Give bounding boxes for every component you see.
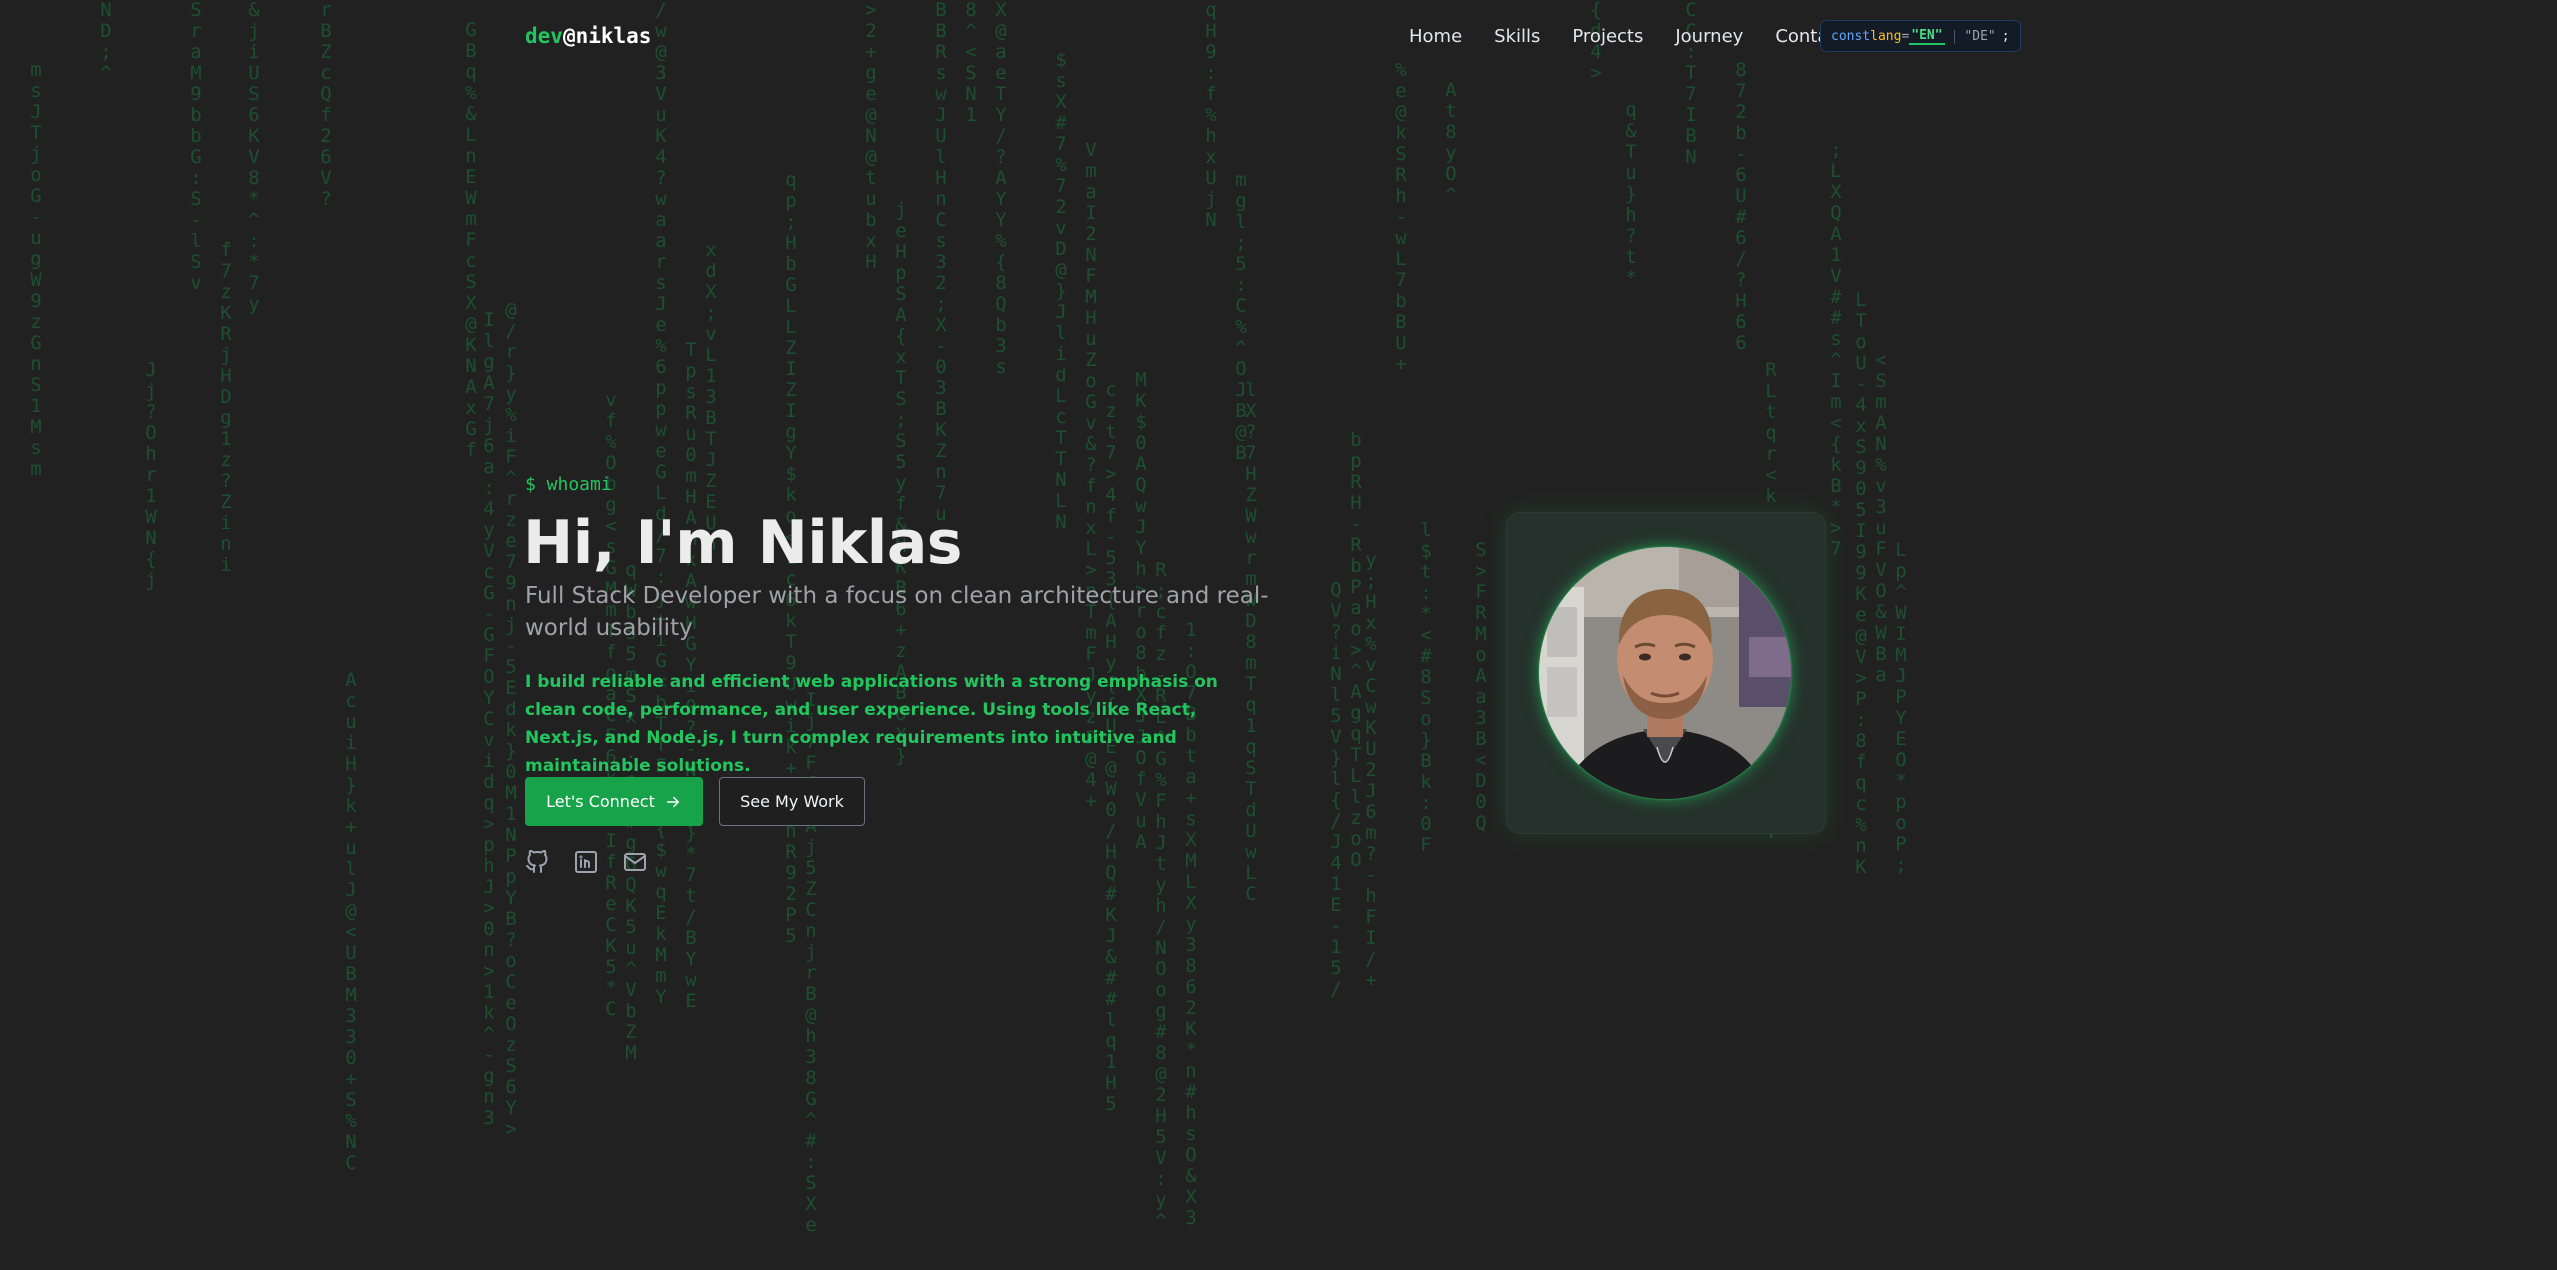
matrix-rain-column: S r a M 9 b b G : S - l S v [190,0,202,294]
navbar: dev@niklas Home Skills Projects Journey … [525,14,2030,58]
language-switcher: const lang = "EN" | "DE" ; [1820,20,2021,52]
matrix-rain-column: $ s X # 7 % 7 2 v D @ } J l i d L c T T … [1055,49,1067,533]
matrix-rain-column: L p ^ W I M J P Y E O * p o P ; [1895,539,1907,876]
logo-prefix: dev [525,24,563,48]
matrix-rain-column: m g l ; 5 : C % ^ O J B @ B [1235,169,1247,464]
hero-description: I build reliable and efficient web appli… [525,672,1218,776]
see-my-work-button[interactable]: See My Work [719,777,865,826]
matrix-rain-column: N D ; ^ [100,0,112,84]
lang-option-de[interactable]: "DE" [1964,29,1995,44]
matrix-rain-column: A t 8 y O ^ [1445,79,1457,206]
matrix-rain-column: I l g A 7 j 6 a : 4 y V c G - G F O Y C … [483,309,495,1129]
matrix-rain-column: L T o U - 4 x S 9 0 5 I 9 9 K e @ V > P … [1855,289,1867,878]
matrix-rain-column: R ; c f z - R L ^ G % F h J t y h / N O … [1155,559,1167,1232]
lets-connect-label: Let's Connect [546,792,655,811]
see-my-work-label: See My Work [740,792,844,811]
github-link[interactable] [525,850,549,874]
lang-separator: | [1950,28,1959,44]
matrix-rain-column: b p R H - R b P a o > ^ A g q T L l z o … [1350,429,1362,871]
terminal-prompt: $ whoami [525,474,612,495]
lets-connect-button[interactable]: Let's Connect [525,777,703,826]
arrow-right-icon [666,796,679,807]
matrix-rain-column: & j i U S 6 K V 8 * ^ : * 7 y [248,0,260,315]
matrix-rain-background: m s J T j o G - u g W 9 z G n S 1 M s m N… [0,0,2557,1270]
email-link[interactable] [623,850,647,874]
mail-icon [624,853,646,871]
hero-subtitle: Full Stack Developer with a focus on cle… [525,583,1269,641]
linkedin-icon [575,851,597,873]
matrix-rain-column: B B R s w J U l H n C s 3 2 ; X - 0 3 B … [935,0,947,525]
matrix-rain-column: Q V ? i N l 5 V } l { / J 4 1 E - 1 5 / [1330,579,1342,1000]
site-logo[interactable]: dev@niklas [525,24,651,48]
matrix-rain-column: < S m A N % v 3 u F V O & W B a [1875,349,1887,686]
nav-link-skills[interactable]: Skills [1494,26,1540,47]
hero-title: Hi, I'm Niklas [523,508,963,578]
lang-variable: lang [1870,28,1902,44]
nav-link-home[interactable]: Home [1409,26,1462,47]
nav-link-journey[interactable]: Journey [1675,26,1743,47]
matrix-rain-column: l $ t : * < # 8 S o } B k : 0 F [1420,519,1432,856]
matrix-rain-column: y ; H x % v C w K U 2 J 6 m ? - h F I / … [1365,549,1377,991]
matrix-rain-column: G B q % & L n E W m F c S X @ K N A x G … [465,19,477,461]
matrix-rain-column: S > F R M o A a 3 B < D 0 Q [1475,539,1487,834]
matrix-rain-column: J j ? O h r 1 W N { j [145,359,157,591]
profile-photo [1539,547,1791,799]
avatar-card [1506,512,1826,834]
github-icon [526,850,548,873]
linkedin-link[interactable] [574,850,598,874]
nav-link-projects[interactable]: Projects [1572,26,1643,47]
matrix-rain-column: f 7 z K R j H D g 1 z ? Z i n i [220,239,232,576]
matrix-rain-column: ; L X Q A 1 V # # s ^ I m < { k B * > 7 [1830,139,1842,560]
matrix-rain-column: 8 7 2 b - 6 U # 6 / ? H 6 6 [1735,59,1747,354]
logo-suffix: @niklas [562,24,652,48]
nav-links: Home Skills Projects Journey Contact [1409,26,1877,47]
lang-option-en[interactable]: "EN" [1909,28,1945,45]
matrix-rain-column: m s J T j o G - u g W 9 z G n S 1 M s m [30,59,42,480]
matrix-rain-column: / w @ 3 V u K 4 ? w a a r s J e % 6 p p … [655,0,667,1008]
lang-equals: = [1901,28,1910,44]
matrix-rain-column: % e @ k S R h - w L 7 b B U + [1395,59,1407,375]
matrix-rain-column: q & T u } h ? t * [1625,99,1637,289]
matrix-rain-column: @ / r } y % i F ^ r z e 7 9 n j - 5 E d … [505,299,517,1140]
social-links [525,850,647,874]
lang-keyword: const [1831,28,1871,44]
matrix-rain-column: r B Z c Q f 2 6 V ? [320,0,332,210]
matrix-rain-column: A c u i H } k + u l J @ < U B M 3 3 0 + … [345,669,357,1174]
lang-terminator: ; [2001,28,2010,44]
